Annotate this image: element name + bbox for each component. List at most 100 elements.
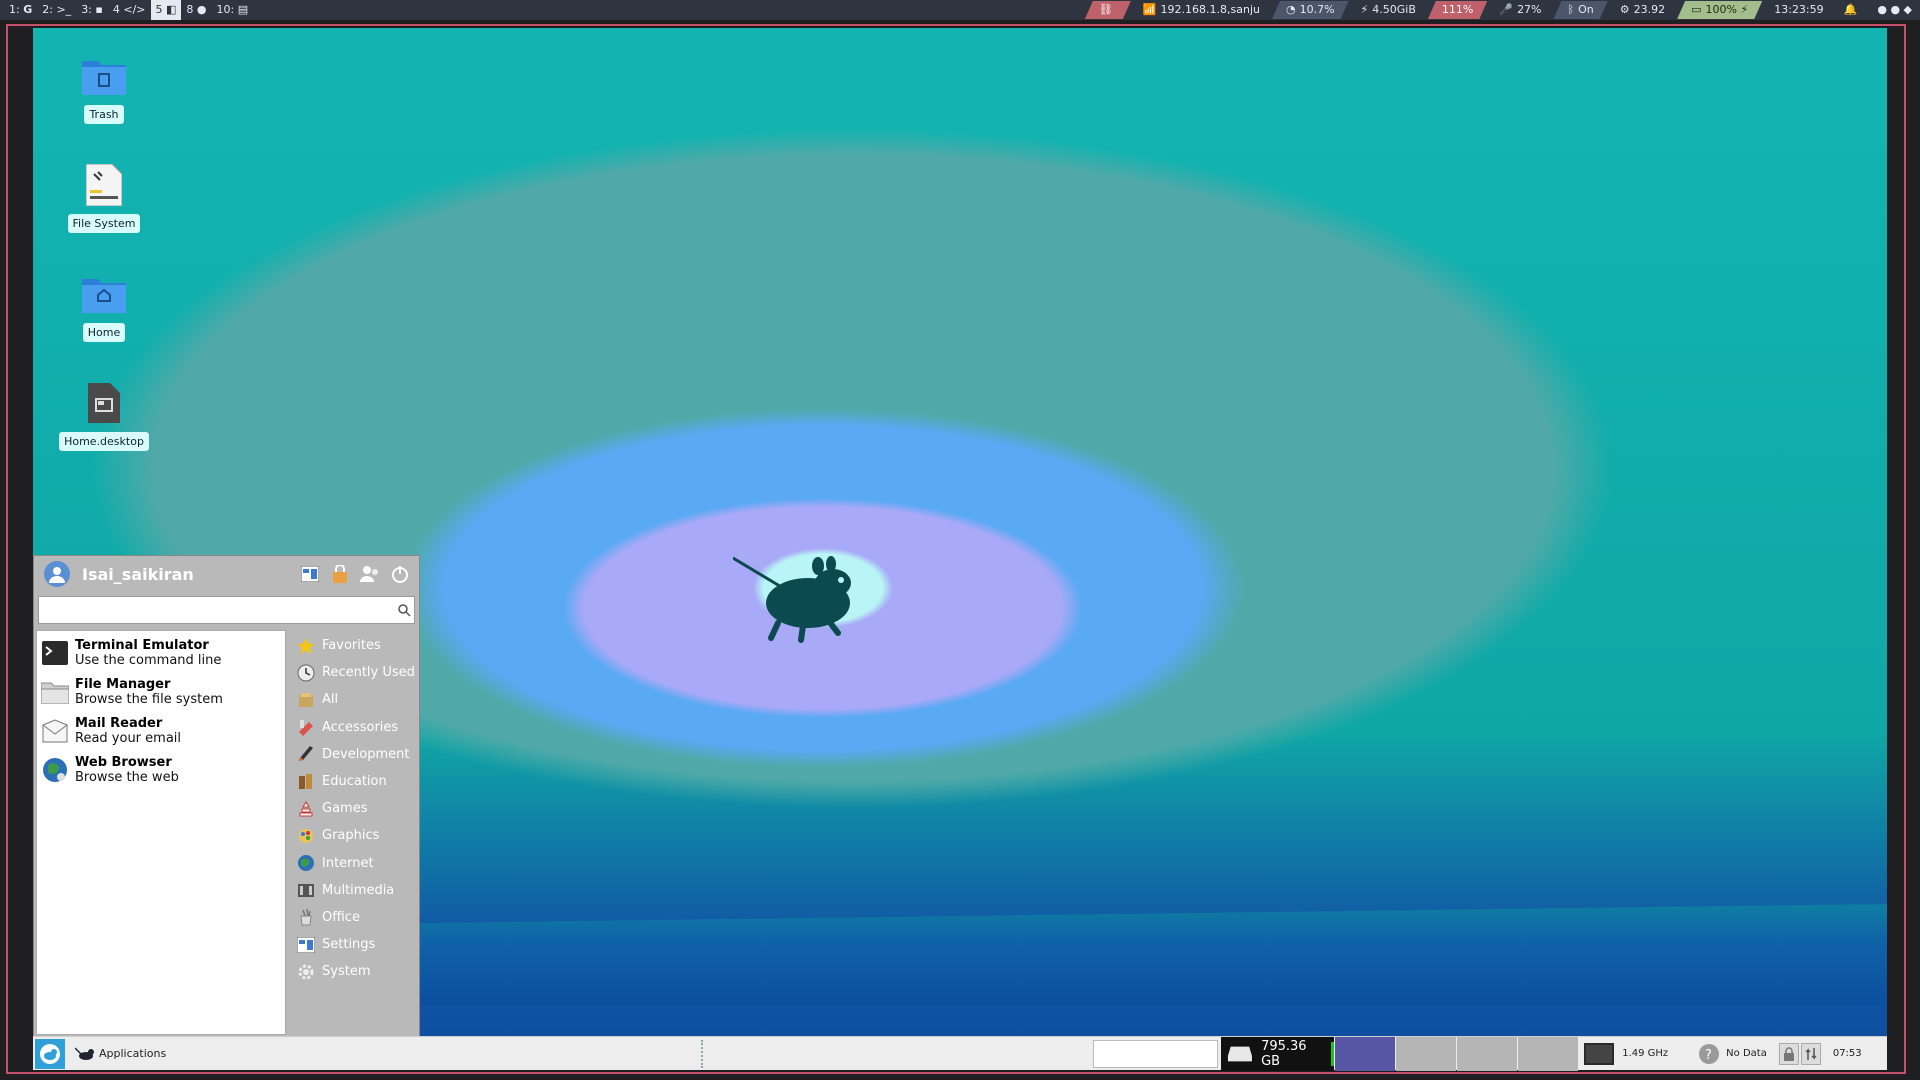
switch-user-button[interactable] — [359, 563, 381, 585]
category-list: Favorites Recently Used All Accessories … — [286, 630, 419, 1036]
app-name: Terminal Emulator — [75, 637, 209, 653]
workspace-tile-2[interactable] — [1396, 1036, 1457, 1071]
microphone-icon: 🎤 — [1499, 3, 1514, 16]
games-icon — [296, 799, 316, 819]
category-games[interactable]: Games — [286, 795, 419, 822]
cpu-status[interactable]: ◔ 10.7% — [1272, 1, 1349, 19]
desktop-icon-home[interactable]: Home — [64, 271, 144, 342]
charging-icon: ⚡ — [1740, 3, 1749, 16]
education-icon — [296, 772, 316, 792]
category-system[interactable]: System — [286, 958, 419, 985]
workspace-label: 2: — [42, 3, 53, 16]
panel-empty-plugin — [1093, 1039, 1219, 1068]
user-avatar-icon[interactable] — [44, 561, 70, 587]
accessories-icon — [296, 717, 316, 737]
bluetooth-status[interactable]: ᛒ On — [1554, 1, 1608, 19]
weather-unknown-icon: ? — [1699, 1043, 1720, 1064]
trash-folder-icon — [81, 53, 127, 99]
disk-usage-plugin[interactable]: 795.36 GB — [1221, 1036, 1335, 1071]
app-terminal-emulator[interactable]: Terminal Emulator Use the command line — [37, 633, 285, 672]
category-development[interactable]: Development — [286, 741, 419, 768]
search-input[interactable] — [39, 598, 394, 622]
app-mail-reader[interactable]: Mail Reader Read your email — [37, 711, 285, 750]
wifi-icon: 📶 — [1142, 3, 1157, 16]
category-education[interactable]: Education — [286, 768, 419, 795]
category-internet[interactable]: Internet — [286, 850, 419, 877]
category-label: Accessories — [322, 719, 399, 735]
app-web-browser[interactable]: Web Browser Browse the web — [37, 750, 285, 789]
workspace-5[interactable]: 5 ◧ — [150, 0, 182, 20]
app-name: Web Browser — [75, 754, 172, 770]
list-icon: ▤ — [237, 3, 249, 16]
app-list: Terminal Emulator Use the command line Fi… — [36, 630, 286, 1035]
category-label: Internet — [322, 855, 374, 871]
menu-header: Isai_saikiran — [34, 556, 419, 592]
clock-icon — [296, 663, 316, 683]
log-out-button[interactable] — [389, 563, 411, 585]
load-value: 111% — [1441, 3, 1474, 16]
workspace-10[interactable]: 10: ▤ — [212, 0, 254, 20]
code-icon: </> — [123, 3, 146, 16]
lock-screen-button[interactable] — [329, 563, 351, 585]
category-favorites[interactable]: Favorites — [286, 632, 419, 659]
desktop-icon-home-desktop[interactable]: Home.desktop — [59, 380, 149, 451]
desktop-icon-trash[interactable]: Trash — [64, 53, 144, 124]
hard-drive-icon — [1228, 1046, 1253, 1061]
gear-icon: ⚙ — [1619, 3, 1630, 16]
workspace-2[interactable]: 2: >_ — [37, 0, 76, 20]
settings-manager-button[interactable] — [299, 563, 321, 585]
tray-icons[interactable]: ● ● ◆ — [1869, 1, 1920, 19]
network-status[interactable]: 📶 192.168.1.8,sanju — [1135, 1, 1268, 19]
category-settings[interactable]: Settings — [286, 931, 419, 958]
category-accessories[interactable]: Accessories — [286, 714, 419, 741]
workspace-tile-1[interactable] — [1335, 1036, 1396, 1071]
weather-plugin[interactable]: ? No Data — [1698, 1043, 1767, 1065]
temperature-value: 23.92 — [1633, 3, 1666, 16]
cpu-value: 10.7% — [1299, 3, 1335, 16]
status-blocks: ⛓ 📶 192.168.1.8,sanju ◔ 10.7% ⚡ 4.50GiB 111… — [1081, 0, 1920, 20]
notifications-button[interactable]: 🔔 — [1836, 1, 1866, 19]
all-apps-icon — [296, 690, 316, 710]
workspace-switcher: 1: G 2: >_ 3: ▪ 4 </> 5 ◧ 8 ● 10: ▤ — [0, 0, 253, 20]
cpu-frequency-plugin[interactable]: 1.49 GHz — [1584, 1042, 1668, 1065]
app-name: Mail Reader — [75, 715, 163, 731]
temperature-status[interactable]: ⚙ 23.92 — [1612, 1, 1673, 19]
applications-menu-button[interactable]: Applications — [75, 1046, 166, 1062]
clock-status[interactable]: 13:23:59 — [1766, 1, 1831, 19]
star-icon — [296, 636, 316, 656]
workspace-8[interactable]: 8 ● — [181, 0, 211, 20]
terminal-icon — [41, 639, 69, 667]
category-graphics[interactable]: Graphics — [286, 822, 419, 849]
vpn-status[interactable]: ⛓ — [1085, 1, 1131, 19]
category-label: Recently Used — [322, 665, 415, 681]
app-file-manager[interactable]: File Manager Browse the file system — [37, 672, 285, 711]
network-transfer-icon[interactable] — [1800, 1042, 1821, 1065]
category-label: Games — [322, 801, 368, 817]
category-multimedia[interactable]: Multimedia — [286, 877, 419, 904]
category-label: Office — [322, 909, 360, 925]
workspace-tile-3[interactable] — [1457, 1036, 1518, 1071]
terminal-icon: >_ — [56, 3, 72, 16]
circle-icon: ● — [196, 3, 207, 16]
category-office[interactable]: Office — [286, 904, 419, 931]
workspace-3[interactable]: 3: ▪ — [76, 0, 108, 20]
category-recently-used[interactable]: Recently Used — [286, 659, 419, 686]
graphics-icon — [296, 826, 316, 846]
power-icon — [392, 566, 408, 583]
desktop-icon-file-system[interactable]: File System — [64, 162, 144, 233]
memory-status[interactable]: ⚡ 4.50GiB — [1353, 1, 1424, 19]
mic-status[interactable]: 🎤 27% — [1491, 1, 1549, 19]
desktop-icon-label: Home — [82, 323, 126, 342]
workspace-4[interactable]: 4 </> — [108, 0, 151, 20]
category-label: System — [322, 964, 371, 980]
whisker-menu-button[interactable] — [35, 1038, 65, 1069]
workspace-1[interactable]: 1: G — [4, 0, 37, 20]
lock-icon[interactable] — [1778, 1042, 1799, 1065]
battery-status[interactable]: ▭ 100% ⚡ — [1677, 1, 1762, 19]
workspace-label: 1: — [9, 3, 20, 16]
workspace-tile-4[interactable] — [1518, 1036, 1579, 1071]
desktop-icon-label: Trash — [84, 105, 124, 124]
load-status[interactable]: 111% — [1428, 1, 1487, 19]
panel-clock[interactable]: 07:53 — [1833, 1048, 1862, 1059]
category-all[interactable]: All — [286, 686, 419, 713]
